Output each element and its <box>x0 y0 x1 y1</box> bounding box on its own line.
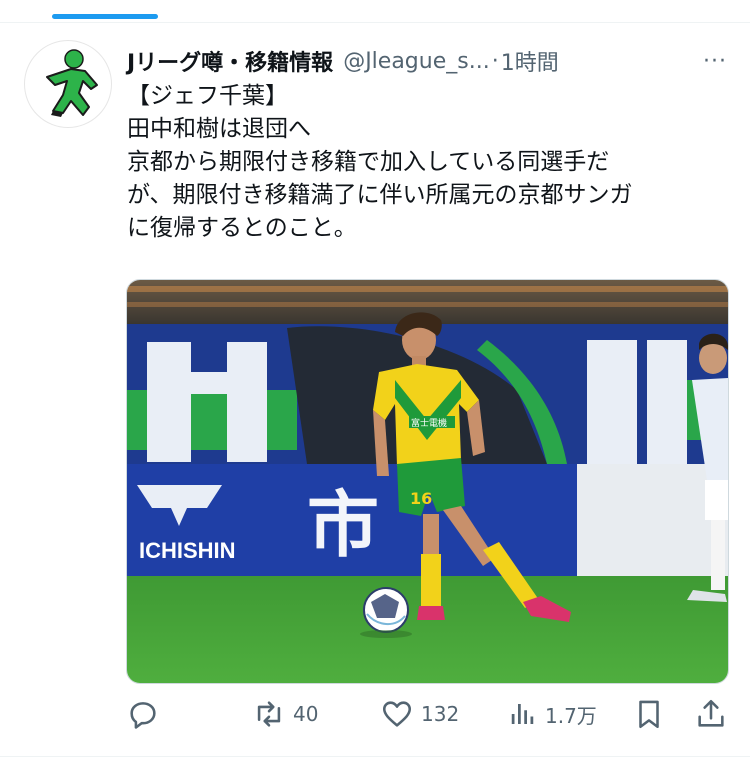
separator-dot: · <box>491 48 499 74</box>
active-tab-indicator <box>52 14 158 19</box>
running-man-logo-icon <box>46 49 98 117</box>
user-handle[interactable]: @Jleague_s... <box>343 49 490 74</box>
retweet-icon <box>257 701 281 727</box>
jersey-sponsor: 富士電機 <box>411 417 447 429</box>
avatar[interactable] <box>24 40 112 128</box>
reply-button[interactable] <box>126 694 167 734</box>
tweet-text-line: 田中和樹は退団へ <box>127 116 311 142</box>
tweet-text: 【ジェフ千葉】 田中和樹は退団へ 京都から期限付き移籍で加入している同選手だ が… <box>127 80 737 245</box>
views-button[interactable]: 1.7万 <box>508 694 597 734</box>
tweet-text-line: が、期限付き移籍満了に伴い所属元の京都サンガ <box>127 182 633 208</box>
tweet-text-line: 京都から期限付き移籍で加入している同選手だ <box>127 149 610 175</box>
bookmark-button[interactable] <box>632 694 666 734</box>
divider <box>0 756 750 757</box>
heart-icon <box>382 701 412 727</box>
more-icon: ··· <box>703 48 727 74</box>
more-options-button[interactable]: ··· <box>698 44 732 78</box>
top-bar <box>0 0 750 23</box>
tweet-actions: 40 132 1.7万 <box>124 694 734 734</box>
share-icon <box>698 699 724 727</box>
like-button[interactable]: 132 <box>380 694 459 734</box>
jersey-number: 16 <box>410 489 432 508</box>
tweet-text-line: に復帰するとのこと。 <box>127 215 357 241</box>
views-count: 1.7万 <box>545 703 597 728</box>
football-player-photo: ICHISHIN 市 富士電機 16 <box>127 280 728 683</box>
reply-icon <box>130 702 156 729</box>
retweet-count: 40 <box>293 702 319 726</box>
banner-text: ICHISHIN <box>139 538 236 563</box>
retweet-button[interactable]: 40 <box>252 694 318 734</box>
banner-kanji: 市 <box>307 483 379 567</box>
like-count: 132 <box>421 702 460 726</box>
views-chart-icon <box>511 704 534 724</box>
display-name[interactable]: Jリーグ噂・移籍情報 <box>127 45 333 77</box>
tweet-photo[interactable]: ICHISHIN 市 富士電機 16 <box>126 279 729 684</box>
tweet-header: Jリーグ噂・移籍情報 @Jleague_s... · 1時間 <box>127 44 736 78</box>
tweet-text-line: 【ジェフ千葉】 <box>127 83 288 109</box>
share-button[interactable] <box>694 694 728 734</box>
bookmark-icon <box>639 700 659 729</box>
timestamp[interactable]: 1時間 <box>501 45 559 77</box>
